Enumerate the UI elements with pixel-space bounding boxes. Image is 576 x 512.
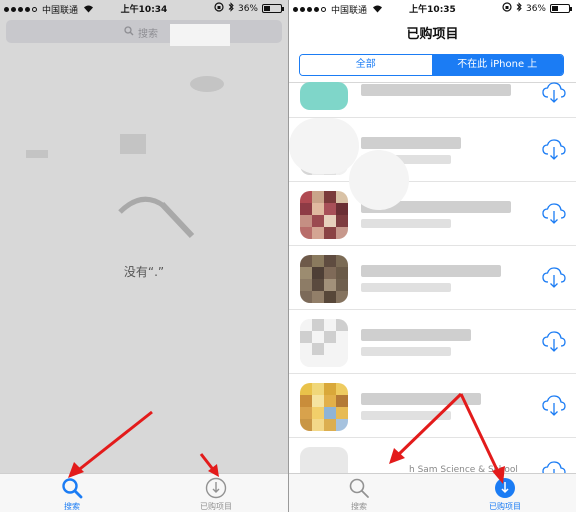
download-cloud-icon[interactable]: [542, 395, 566, 417]
redacted-app-name: [361, 265, 501, 277]
rotation-lock-icon: [214, 2, 224, 15]
download-cloud-icon[interactable]: [542, 331, 566, 353]
redacted-app-name: [361, 84, 511, 96]
tab-label: 搜索: [64, 502, 80, 511]
purchased-icon: [205, 477, 227, 499]
redacted-app-name: [361, 137, 461, 149]
bluetooth-icon: [516, 2, 522, 15]
redaction-blur: [26, 150, 48, 158]
red-arrow-annotation: [68, 410, 153, 478]
list-item[interactable]: [289, 375, 576, 438]
battery-icon: [262, 4, 284, 13]
download-cloud-icon[interactable]: [542, 139, 566, 161]
tab-bar: 搜索 已购项目: [0, 473, 288, 512]
battery-percent: 36%: [237, 3, 258, 14]
download-cloud-icon[interactable]: [542, 267, 566, 289]
search-placeholder: 搜索: [138, 29, 158, 40]
right-phone-screen: 中国联通 上午10:35 36% 已购项目 全部 不在此 iPhone 上 h …: [289, 0, 576, 512]
list-item[interactable]: [289, 183, 576, 246]
empty-search-illustration: [118, 196, 195, 239]
redacted-app-name: [361, 393, 481, 405]
redaction-blur: [120, 134, 146, 154]
left-phone-screen: 中国联通 上午10:34 36% 搜索 没有“.” 搜索 已购项目: [0, 0, 288, 512]
empty-results-message: 没有“.”: [123, 265, 165, 279]
download-cloud-icon[interactable]: [542, 82, 566, 104]
app-icon: [300, 255, 348, 303]
list-item[interactable]: [289, 247, 576, 310]
search-icon: [124, 26, 134, 39]
purchased-icon: [494, 477, 516, 499]
search-icon: [348, 477, 370, 499]
app-icon: [300, 319, 348, 367]
redacted-app-name: [361, 329, 471, 341]
tab-label: 已购项目: [200, 502, 232, 511]
redacted-app-detail: [361, 283, 451, 292]
status-bar: 中国联通 上午10:35 36%: [289, 0, 576, 17]
tab-label: 搜索: [351, 502, 367, 511]
status-bar: 中国联通 上午10:34 36%: [0, 0, 288, 17]
tab-purchased[interactable]: 已购项目: [465, 477, 545, 512]
redacted-app-detail: [361, 347, 451, 356]
list-item[interactable]: [289, 60, 576, 118]
search-icon: [61, 477, 83, 499]
app-icon: [300, 82, 348, 110]
battery-percent: 36%: [525, 3, 546, 14]
page-title: 已购项目: [406, 27, 459, 42]
redaction-blur: [190, 76, 224, 92]
battery-icon: [550, 4, 572, 13]
download-cloud-icon[interactable]: [542, 203, 566, 225]
app-icon: [300, 191, 348, 239]
tab-search[interactable]: 搜索: [319, 477, 399, 512]
rotation-lock-icon: [502, 2, 512, 15]
redaction-blur: [289, 118, 359, 174]
redaction-blur: [170, 24, 230, 46]
search-bar[interactable]: 搜索: [6, 20, 282, 43]
list-item[interactable]: [289, 311, 576, 374]
app-icon: [300, 383, 348, 431]
redacted-app-detail: [361, 411, 451, 420]
redaction-blur: [349, 150, 409, 210]
bluetooth-icon: [228, 2, 234, 15]
tab-label: 已购项目: [489, 502, 521, 511]
tab-search[interactable]: 搜索: [32, 477, 112, 512]
tab-purchased[interactable]: 已购项目: [176, 477, 256, 512]
tab-bar: 搜索 已购项目: [289, 473, 576, 512]
redacted-app-detail: [361, 219, 451, 228]
